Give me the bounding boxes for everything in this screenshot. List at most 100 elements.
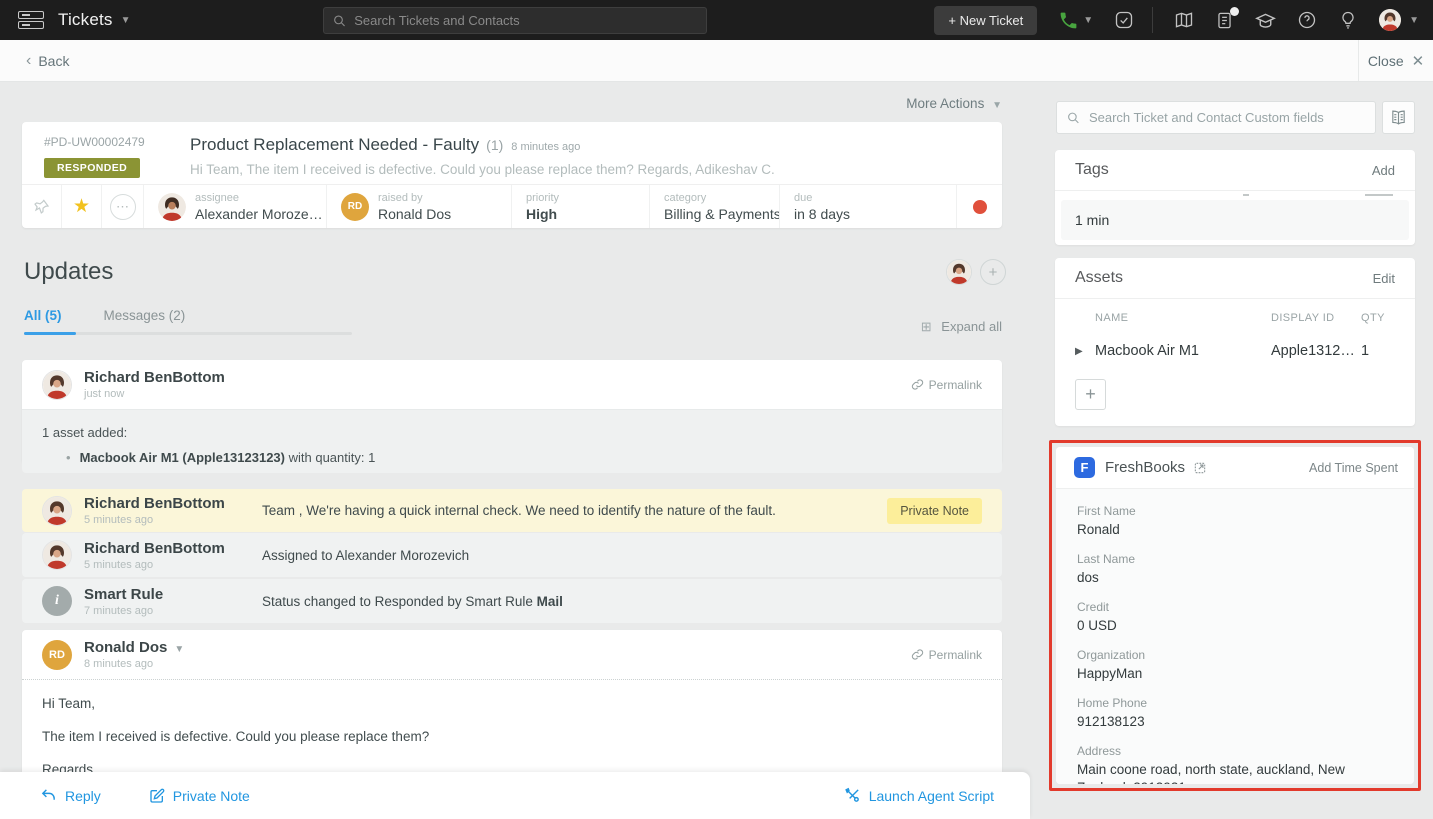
private-note-button[interactable]: Private Note xyxy=(149,788,250,804)
row-expand-caret-icon[interactable]: ▶ xyxy=(1075,346,1095,357)
top-navigation-bar: Tickets ▼ + New Ticket ▼ xyxy=(0,0,1433,40)
author-name: Smart Rule xyxy=(84,586,242,603)
asset-table-row[interactable]: ▶ Macbook Air M1 Apple1312… 1 xyxy=(1075,343,1395,359)
reply-label: Reply xyxy=(65,788,101,804)
author-name-text: Ronald Dos xyxy=(84,639,167,656)
update-assignment-row[interactable]: Richard BenBottom 5 minutes ago Assigned… xyxy=(22,533,1002,577)
link-icon xyxy=(911,648,924,661)
category-label: category xyxy=(664,192,779,204)
external-link-icon[interactable] xyxy=(1193,461,1207,475)
sla-red-dot-icon[interactable] xyxy=(973,200,987,214)
close-label: Close xyxy=(1368,53,1404,69)
field-label: First Name xyxy=(1077,504,1394,518)
update-private-note-row[interactable]: Richard BenBottom 5 minutes ago Team , W… xyxy=(22,489,1002,532)
assets-title: Assets xyxy=(1075,269,1123,287)
add-time-spent-link[interactable]: Add Time Spent xyxy=(1309,461,1398,475)
assignee-property[interactable]: assignee Alexander Moroze… xyxy=(144,185,327,228)
participant-avatar[interactable] xyxy=(946,259,972,285)
module-caret-down-icon[interactable]: ▼ xyxy=(121,15,131,26)
ellipsis-icon[interactable]: ⋯ xyxy=(110,194,136,220)
author-name[interactable]: Richard BenBottom xyxy=(84,495,242,512)
permalink-link[interactable]: Permalink xyxy=(911,378,982,392)
asset-added-intro: 1 asset added: xyxy=(42,425,982,440)
category-value: Billing & Payments xyxy=(664,206,779,222)
notes-icon[interactable] xyxy=(1215,11,1234,30)
author-name[interactable]: Richard BenBottom xyxy=(84,369,225,386)
asset-name: Macbook Air M1 xyxy=(1095,343,1271,359)
priority-label: priority xyxy=(526,192,559,204)
chevron-left-icon: ‹ xyxy=(26,52,31,70)
expand-all-icon: ⊞ xyxy=(921,319,932,334)
field-value: dos xyxy=(1077,569,1387,587)
tasks-check-icon[interactable] xyxy=(1114,10,1134,30)
update-time: 7 minutes ago xyxy=(84,605,242,617)
more-actions-caret-icon: ▼ xyxy=(992,100,1002,111)
global-search[interactable] xyxy=(323,7,707,34)
freshbooks-field: Address Main coone road, north state, au… xyxy=(1077,744,1394,784)
help-icon[interactable] xyxy=(1297,10,1317,30)
tags-add-link[interactable]: Add xyxy=(1372,163,1395,178)
raised-by-avatar: RD xyxy=(341,193,369,221)
tab-all[interactable]: All (5) xyxy=(24,308,62,335)
tools-icon xyxy=(844,787,861,804)
add-participant-button[interactable]: + xyxy=(980,259,1006,285)
tab-messages[interactable]: Messages (2) xyxy=(104,308,186,335)
author-name[interactable]: Ronald Dos ▼ xyxy=(84,639,184,656)
note-text: Team , We're having a quick internal che… xyxy=(262,503,887,518)
update-smart-rule-row[interactable]: i Smart Rule 7 minutes ago Status change… xyxy=(22,579,1002,623)
whats-new-bulb-icon[interactable] xyxy=(1338,10,1358,30)
category-property[interactable]: category Billing & Payments xyxy=(650,185,780,228)
new-ticket-button[interactable]: + New Ticket xyxy=(934,6,1037,35)
app-menu-icon[interactable] xyxy=(18,11,44,29)
info-icon: i xyxy=(42,586,72,616)
fields-layout-button[interactable] xyxy=(1382,101,1415,134)
ticket-toolbar: ‹ Back Close ✕ xyxy=(0,40,1433,82)
sla-indicator-cell xyxy=(957,185,1002,228)
field-value: HappyMan xyxy=(1077,665,1387,683)
custom-fields-search-input[interactable] xyxy=(1089,110,1365,125)
custom-fields-search[interactable] xyxy=(1056,101,1376,134)
tag-value-row[interactable]: 1 min xyxy=(1061,200,1409,240)
reply-button[interactable]: Reply xyxy=(40,787,101,804)
ticket-preview-text: Hi Team, The item I received is defectiv… xyxy=(190,162,1002,177)
global-search-input[interactable] xyxy=(354,13,697,28)
module-title[interactable]: Tickets xyxy=(58,10,113,30)
raised-by-property[interactable]: RD raised by Ronald Dos xyxy=(327,185,512,228)
private-note-badge: Private Note xyxy=(887,498,982,524)
back-button[interactable]: ‹ Back xyxy=(26,52,69,70)
field-label: Home Phone xyxy=(1077,696,1394,710)
phone-icon[interactable]: ▼ xyxy=(1058,10,1093,31)
star-icon[interactable]: ★ xyxy=(73,195,90,218)
launch-agent-script-button[interactable]: Launch Agent Script xyxy=(844,787,994,804)
user-caret-down-icon[interactable]: ▼ xyxy=(1409,15,1419,26)
reply-icon xyxy=(40,787,57,804)
close-button[interactable]: Close ✕ xyxy=(1358,40,1433,81)
due-property[interactable]: due in 8 days xyxy=(780,185,957,228)
assets-edit-link[interactable]: Edit xyxy=(1373,271,1395,286)
back-label: Back xyxy=(38,53,69,69)
permalink-link[interactable]: Permalink xyxy=(911,648,982,662)
map-icon[interactable] xyxy=(1174,10,1194,30)
author-name[interactable]: Richard BenBottom xyxy=(84,540,242,557)
ticket-age: 8 minutes ago xyxy=(511,141,580,153)
author-caret-down-icon[interactable]: ▼ xyxy=(174,644,184,655)
field-value: Ronald xyxy=(1077,521,1387,539)
message-line: Regards, xyxy=(42,762,982,772)
status-badge: RESPONDED xyxy=(44,158,140,178)
assignee-label: assignee xyxy=(195,192,323,204)
phone-caret-down-icon[interactable]: ▼ xyxy=(1083,15,1093,26)
composer-bar: Reply Private Note Launch Agent Script xyxy=(0,772,1030,819)
priority-value: High xyxy=(526,206,559,222)
launch-agent-script-label: Launch Agent Script xyxy=(869,788,994,804)
user-avatar[interactable] xyxy=(1379,9,1401,31)
expand-all-button[interactable]: ⊞ Expand all xyxy=(880,319,1002,335)
priority-property[interactable]: priority High xyxy=(512,185,650,228)
book-layout-icon xyxy=(1390,109,1407,126)
ticket-thread-count: (1) xyxy=(486,137,503,153)
pin-icon[interactable] xyxy=(33,198,50,215)
field-value: 912138123 xyxy=(1077,713,1387,731)
add-asset-button[interactable]: + xyxy=(1075,379,1106,410)
author-avatar: RD xyxy=(42,640,72,670)
academy-cap-icon[interactable] xyxy=(1255,10,1276,31)
more-actions-dropdown[interactable]: More Actions ▼ xyxy=(860,96,1002,111)
